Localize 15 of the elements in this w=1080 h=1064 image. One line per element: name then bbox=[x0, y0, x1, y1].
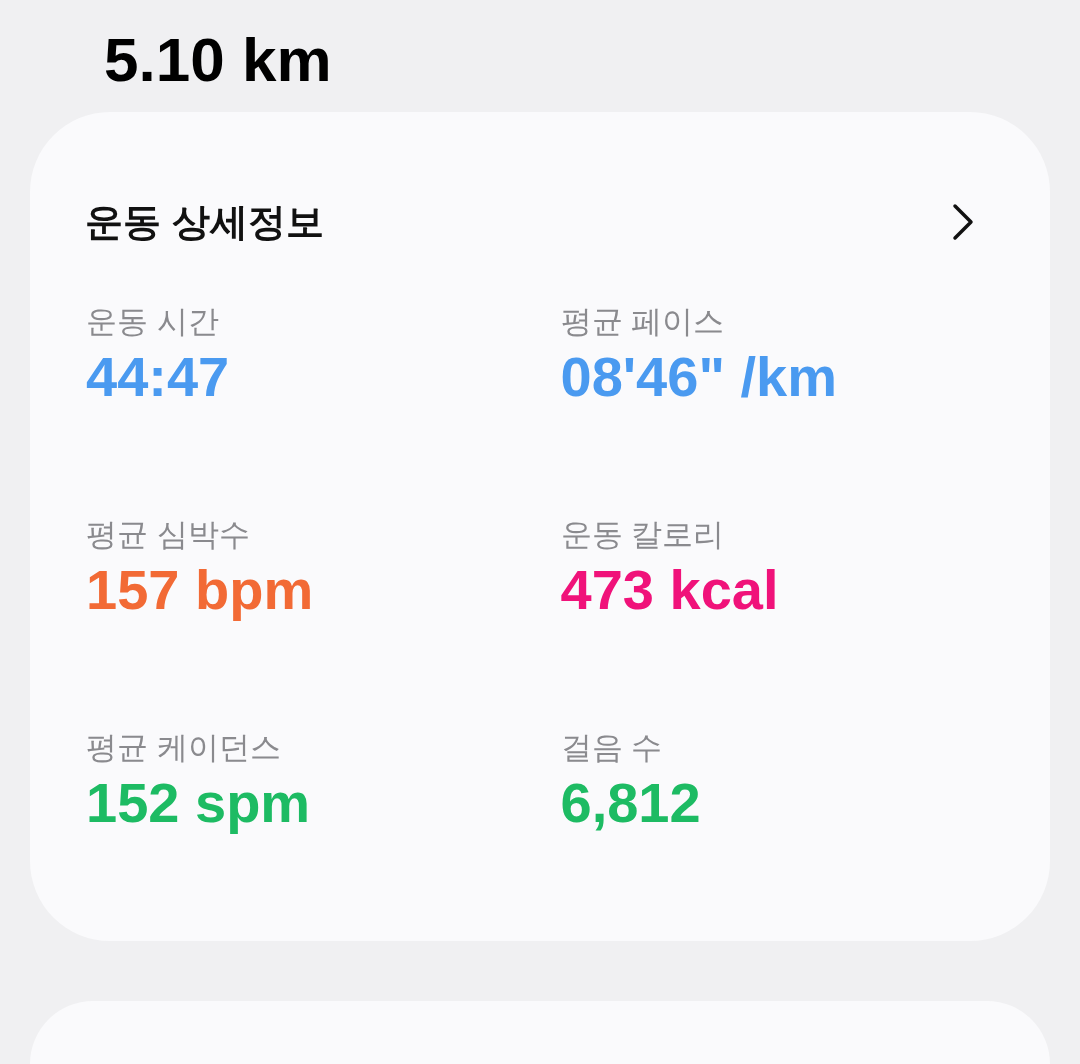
chevron-right-icon[interactable] bbox=[951, 203, 975, 242]
stat-label: 평균 심박수 bbox=[86, 516, 250, 555]
card-title: 운동 상세정보 bbox=[85, 200, 324, 246]
stat-value: 473 kcal bbox=[560, 557, 779, 624]
stat-value: 44:47 bbox=[86, 344, 230, 411]
distance-value: 5.10 km bbox=[104, 24, 332, 96]
stat-value: 08'46" /km bbox=[560, 344, 837, 411]
stat-value: 157 bpm bbox=[86, 557, 314, 624]
stat-label: 평균 케이던스 bbox=[86, 729, 281, 768]
stat-label: 걸음 수 bbox=[560, 729, 663, 768]
stat-label: 운동 시간 bbox=[86, 303, 219, 342]
stat-label: 평균 페이스 bbox=[560, 303, 725, 342]
stat-label: 운동 칼로리 bbox=[560, 516, 725, 555]
stat-value: 6,812 bbox=[560, 770, 701, 837]
stat-value: 152 spm bbox=[86, 770, 311, 837]
